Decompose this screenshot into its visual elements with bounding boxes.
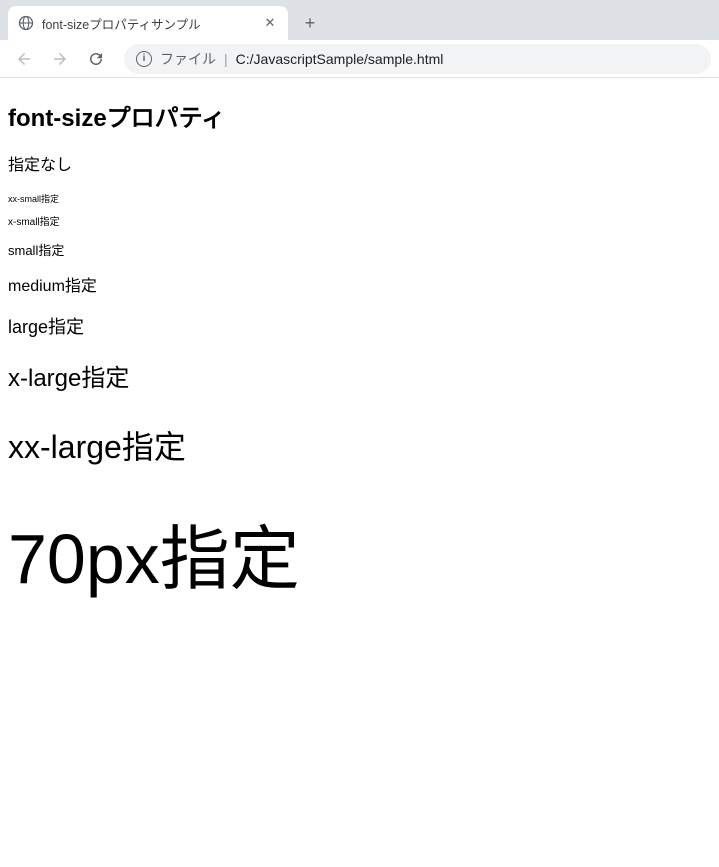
- font-samples: 指定なし xx-small指定 x-small指定 small指定 medium…: [8, 155, 711, 608]
- tab-strip: font-sizeプロパティサンプル ✕ +: [0, 0, 719, 40]
- sample-default: 指定なし: [8, 155, 711, 177]
- sample-70px: 70px指定: [8, 510, 711, 608]
- globe-icon: [18, 15, 34, 31]
- forward-button[interactable]: [44, 43, 76, 75]
- address-bar[interactable]: i ファイル | C:/JavascriptSample/sample.html: [124, 44, 711, 74]
- toolbar: i ファイル | C:/JavascriptSample/sample.html: [0, 40, 719, 78]
- tab-title: font-sizeプロパティサンプル: [42, 14, 254, 33]
- sample-x-small: x-small指定: [8, 216, 711, 230]
- sample-x-large: x-large指定: [8, 362, 711, 396]
- address-prefix: ファイル: [160, 49, 216, 69]
- page-content: font-sizeプロパティ 指定なし xx-small指定 x-small指定…: [0, 78, 719, 632]
- sample-small: small指定: [8, 242, 711, 260]
- sample-large: large指定: [8, 315, 711, 340]
- page-heading: font-sizeプロパティ: [8, 98, 711, 133]
- reload-button[interactable]: [80, 43, 112, 75]
- address-separator: |: [224, 51, 228, 67]
- info-icon[interactable]: i: [136, 51, 152, 67]
- back-button[interactable]: [8, 43, 40, 75]
- browser-tab[interactable]: font-sizeプロパティサンプル ✕: [8, 6, 288, 40]
- new-tab-button[interactable]: +: [296, 9, 324, 37]
- sample-xx-small: xx-small指定: [8, 193, 711, 206]
- address-path: C:/JavascriptSample/sample.html: [236, 51, 444, 67]
- sample-medium: medium指定: [8, 276, 711, 298]
- close-icon[interactable]: ✕: [262, 15, 278, 31]
- sample-xx-large: xx-large指定: [8, 425, 711, 470]
